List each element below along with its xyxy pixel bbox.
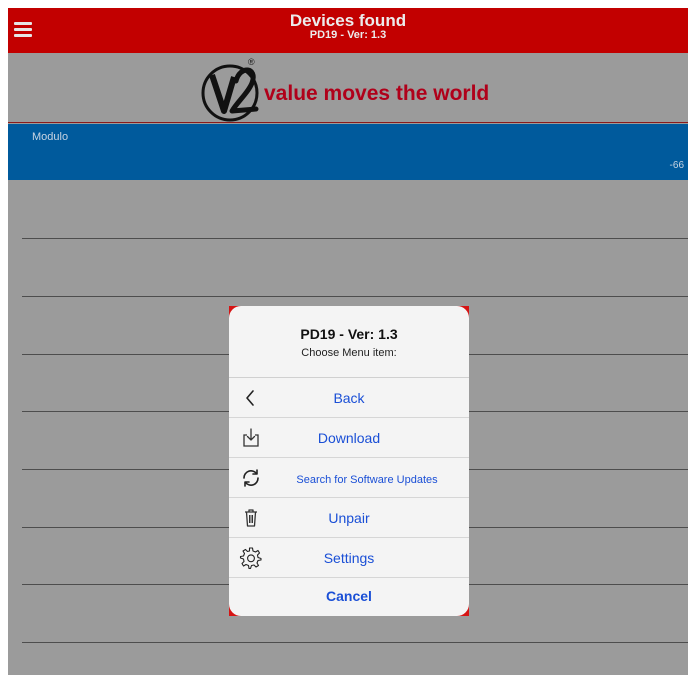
brand-banner: ® value moves the world xyxy=(8,53,688,123)
list-divider xyxy=(22,642,688,643)
page-subtitle: PD19 - Ver: 1.3 xyxy=(309,29,387,41)
device-list-item[interactable]: Modulo -66 xyxy=(8,124,688,180)
menu-item-download[interactable]: Download xyxy=(229,418,469,458)
cancel-button[interactable]: Cancel xyxy=(229,577,469,616)
menu-item-unpair[interactable]: Unpair xyxy=(229,498,469,538)
list-divider xyxy=(22,296,688,297)
v2-logo xyxy=(201,64,259,122)
menu-item-back[interactable]: Back xyxy=(229,378,469,418)
page-title: Devices found xyxy=(289,11,407,30)
action-sheet-title: PD19 - Ver: 1.3 xyxy=(300,326,398,342)
action-sheet: PD19 - Ver: 1.3 Choose Menu item: Back D… xyxy=(229,306,469,616)
menu-item-label: Back xyxy=(333,390,365,406)
action-sheet-subtitle: Choose Menu item: xyxy=(301,347,397,359)
top-bar: Devices found PD19 - Ver: 1.3 xyxy=(8,8,688,53)
list-divider xyxy=(22,238,688,239)
menu-item-search-updates[interactable]: Search for Software Updates xyxy=(229,458,469,498)
cancel-label: Cancel xyxy=(326,588,372,604)
device-name: Modulo xyxy=(32,131,69,143)
action-sheet-panel: PD19 - Ver: 1.3 Choose Menu item: Back D… xyxy=(229,306,469,616)
device-signal-strength: -66 xyxy=(669,160,684,171)
menu-item-label: Unpair xyxy=(328,510,370,526)
brand-tagline: value moves the world xyxy=(264,82,490,105)
registered-mark: ® xyxy=(248,57,255,67)
menu-item-label: Settings xyxy=(323,550,375,566)
menu-item-settings[interactable]: Settings xyxy=(229,538,469,578)
menu-item-label: Search for Software Updates xyxy=(296,474,438,486)
app-screen: Devices found PD19 - Ver: 1.3 ® value mo… xyxy=(8,8,688,675)
action-sheet-header: PD19 - Ver: 1.3 Choose Menu item: xyxy=(229,306,469,378)
menu-item-label: Download xyxy=(317,430,381,446)
